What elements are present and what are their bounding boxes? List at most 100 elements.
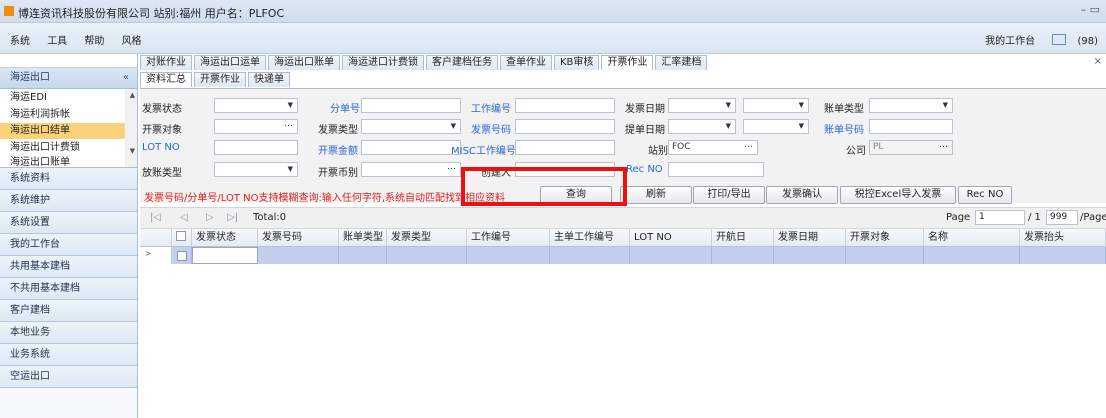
invoice-amount-input[interactable] [361, 140, 461, 155]
table-cell[interactable] [924, 247, 1020, 264]
sidebar-category[interactable]: 共用基本建档 [0, 256, 137, 278]
ellipsis-icon[interactable]: … [447, 163, 456, 174]
tab-export-waybill[interactable]: 海运出口运单 [194, 55, 266, 70]
page-size-input[interactable]: 999 [1046, 210, 1078, 225]
column-header[interactable]: 发票类型 [387, 229, 467, 246]
scroll-down-icon[interactable]: ▼ [130, 147, 135, 155]
column-header[interactable]: 发票状态 [192, 229, 258, 246]
sidebar-item-export-statement[interactable]: 海运出口结单 [0, 123, 135, 139]
table-cell[interactable] [712, 247, 774, 264]
table-cell[interactable] [387, 247, 467, 264]
invoice-no-input[interactable] [515, 119, 615, 134]
my-workbench-link[interactable]: 我的工作台 [985, 36, 1035, 47]
table-row[interactable]: > [140, 247, 1106, 264]
tab-export-bill[interactable]: 海运出口账单 [268, 55, 340, 70]
column-header[interactable]: 发票抬头 [1020, 229, 1106, 246]
column-header[interactable]: 开航日 [712, 229, 774, 246]
table-cell[interactable] [550, 247, 630, 264]
column-header[interactable]: 账单类型 [339, 229, 387, 246]
table-cell[interactable] [846, 247, 924, 264]
bl-date-from[interactable]: ▼ [668, 119, 736, 134]
prev-page-icon[interactable]: ◁ [180, 212, 188, 223]
tab-exchange-rate[interactable]: 汇率建档 [655, 55, 708, 70]
editing-cell[interactable] [192, 247, 258, 264]
first-page-icon[interactable]: |◁ [150, 212, 161, 223]
sub-bill-no-input[interactable] [361, 98, 461, 113]
table-cell[interactable] [630, 247, 712, 264]
mail-icon[interactable] [1052, 34, 1067, 45]
mail-count[interactable]: (98) [1077, 36, 1098, 47]
row-checkbox[interactable] [177, 251, 187, 261]
ellipsis-icon[interactable]: … [744, 141, 753, 152]
table-cell[interactable] [258, 247, 339, 264]
scroll-up-icon[interactable]: ▲ [130, 91, 135, 99]
column-header[interactable]: 名称 [924, 229, 1020, 246]
invoice-date-to[interactable]: ▼ [743, 98, 809, 113]
tab-kb-review[interactable]: KB审核 [554, 55, 600, 70]
menu-system[interactable]: 系统 [10, 36, 30, 47]
sidebar-category[interactable]: 我的工作台 [0, 234, 137, 256]
tab-reconcile[interactable]: 对账作业 [140, 55, 192, 70]
ellipsis-icon[interactable]: … [939, 141, 948, 152]
invoice-date-from[interactable]: ▼ [668, 98, 736, 113]
invoice-confirm-button[interactable]: 发票确认 [766, 186, 838, 204]
close-icon[interactable]: × [1094, 56, 1102, 67]
sidebar-category[interactable]: 系统维护 [0, 190, 137, 212]
sidebar-category[interactable]: 本地业务 [0, 322, 137, 344]
column-header[interactable]: LOT NO [630, 229, 712, 246]
ellipsis-icon[interactable]: … [284, 120, 293, 131]
tax-excel-import-button[interactable]: 税控Excel导入发票 [840, 186, 956, 204]
table-cell[interactable] [774, 247, 846, 264]
tab-data-summary[interactable]: 资料汇总 [140, 72, 192, 87]
sidebar-category[interactable]: 系统资料 [0, 168, 137, 190]
bill-type-select[interactable]: ▼ [869, 98, 953, 113]
sidebar-category[interactable]: 客户建档 [0, 300, 137, 322]
refresh-button[interactable]: 刷新 [620, 186, 692, 204]
menu-help[interactable]: 帮助 [84, 36, 104, 47]
menu-style[interactable]: 风格 [122, 36, 142, 47]
currency-input[interactable]: … [361, 162, 461, 177]
invoice-target-input[interactable]: … [214, 119, 298, 134]
column-header[interactable]: 发票日期 [774, 229, 846, 246]
invoice-status-select[interactable]: ▼ [214, 98, 298, 113]
sidebar-section-header[interactable]: 海运出口 « [0, 68, 137, 89]
window-controls[interactable]: – ▭ [1081, 3, 1100, 16]
select-all-checkbox[interactable] [172, 229, 192, 246]
rec-no-input[interactable] [668, 162, 764, 177]
station-input[interactable]: FOC… [668, 140, 758, 155]
job-no-input[interactable] [515, 98, 615, 113]
sidebar-tree-scrollbar[interactable]: ▲ ▼ [125, 89, 137, 167]
table-cell[interactable] [467, 247, 550, 264]
table-cell[interactable] [339, 247, 387, 264]
tab-express-note[interactable]: 快递单 [248, 72, 290, 87]
sidebar-item-sea-edi[interactable]: 海运EDI [10, 90, 47, 106]
bill-no-input[interactable] [869, 119, 953, 134]
sidebar-category[interactable]: 业务系统 [0, 344, 137, 366]
tab-import-billing-lock[interactable]: 海运进口计费锁 [342, 55, 424, 70]
sidebar-item-profit-split[interactable]: 海运利润拆帐 [10, 107, 70, 123]
account-type-select[interactable]: ▼ [214, 162, 298, 177]
last-page-icon[interactable]: ▷| [227, 212, 238, 223]
lot-no-input[interactable] [214, 140, 298, 155]
column-header[interactable]: 主单工作编号 [550, 229, 630, 246]
sidebar-item-export-bill[interactable]: 海运出口账单 [10, 155, 70, 167]
company-input[interactable]: PL… [869, 140, 953, 155]
menu-tools[interactable]: 工具 [47, 36, 67, 47]
column-header[interactable]: 开票对象 [846, 229, 924, 246]
sidebar-category[interactable]: 空运出口 [0, 366, 137, 388]
print-export-button[interactable]: 打印/导出 [693, 186, 765, 204]
column-header[interactable]: 工作编号 [467, 229, 550, 246]
page-number-select[interactable]: 1 [975, 210, 1025, 225]
invoice-type-select[interactable]: ▼ [361, 119, 461, 134]
sidebar-item-billing-lock[interactable]: 海运出口计费锁 [10, 140, 80, 156]
row-checkbox-cell[interactable] [172, 247, 192, 264]
tab-invoicing[interactable]: 开票作业 [601, 55, 654, 70]
bl-date-to[interactable]: ▼ [743, 119, 809, 134]
rec-no-button[interactable]: Rec NO [958, 186, 1012, 204]
sidebar-category[interactable]: 系统设置 [0, 212, 137, 234]
tab-customer-task[interactable]: 客户建档任务 [426, 55, 498, 70]
collapse-icon[interactable]: « [123, 68, 129, 88]
table-cell[interactable] [1020, 247, 1106, 264]
tab-check-bill[interactable]: 查单作业 [500, 55, 552, 70]
misc-job-no-input[interactable] [515, 140, 615, 155]
